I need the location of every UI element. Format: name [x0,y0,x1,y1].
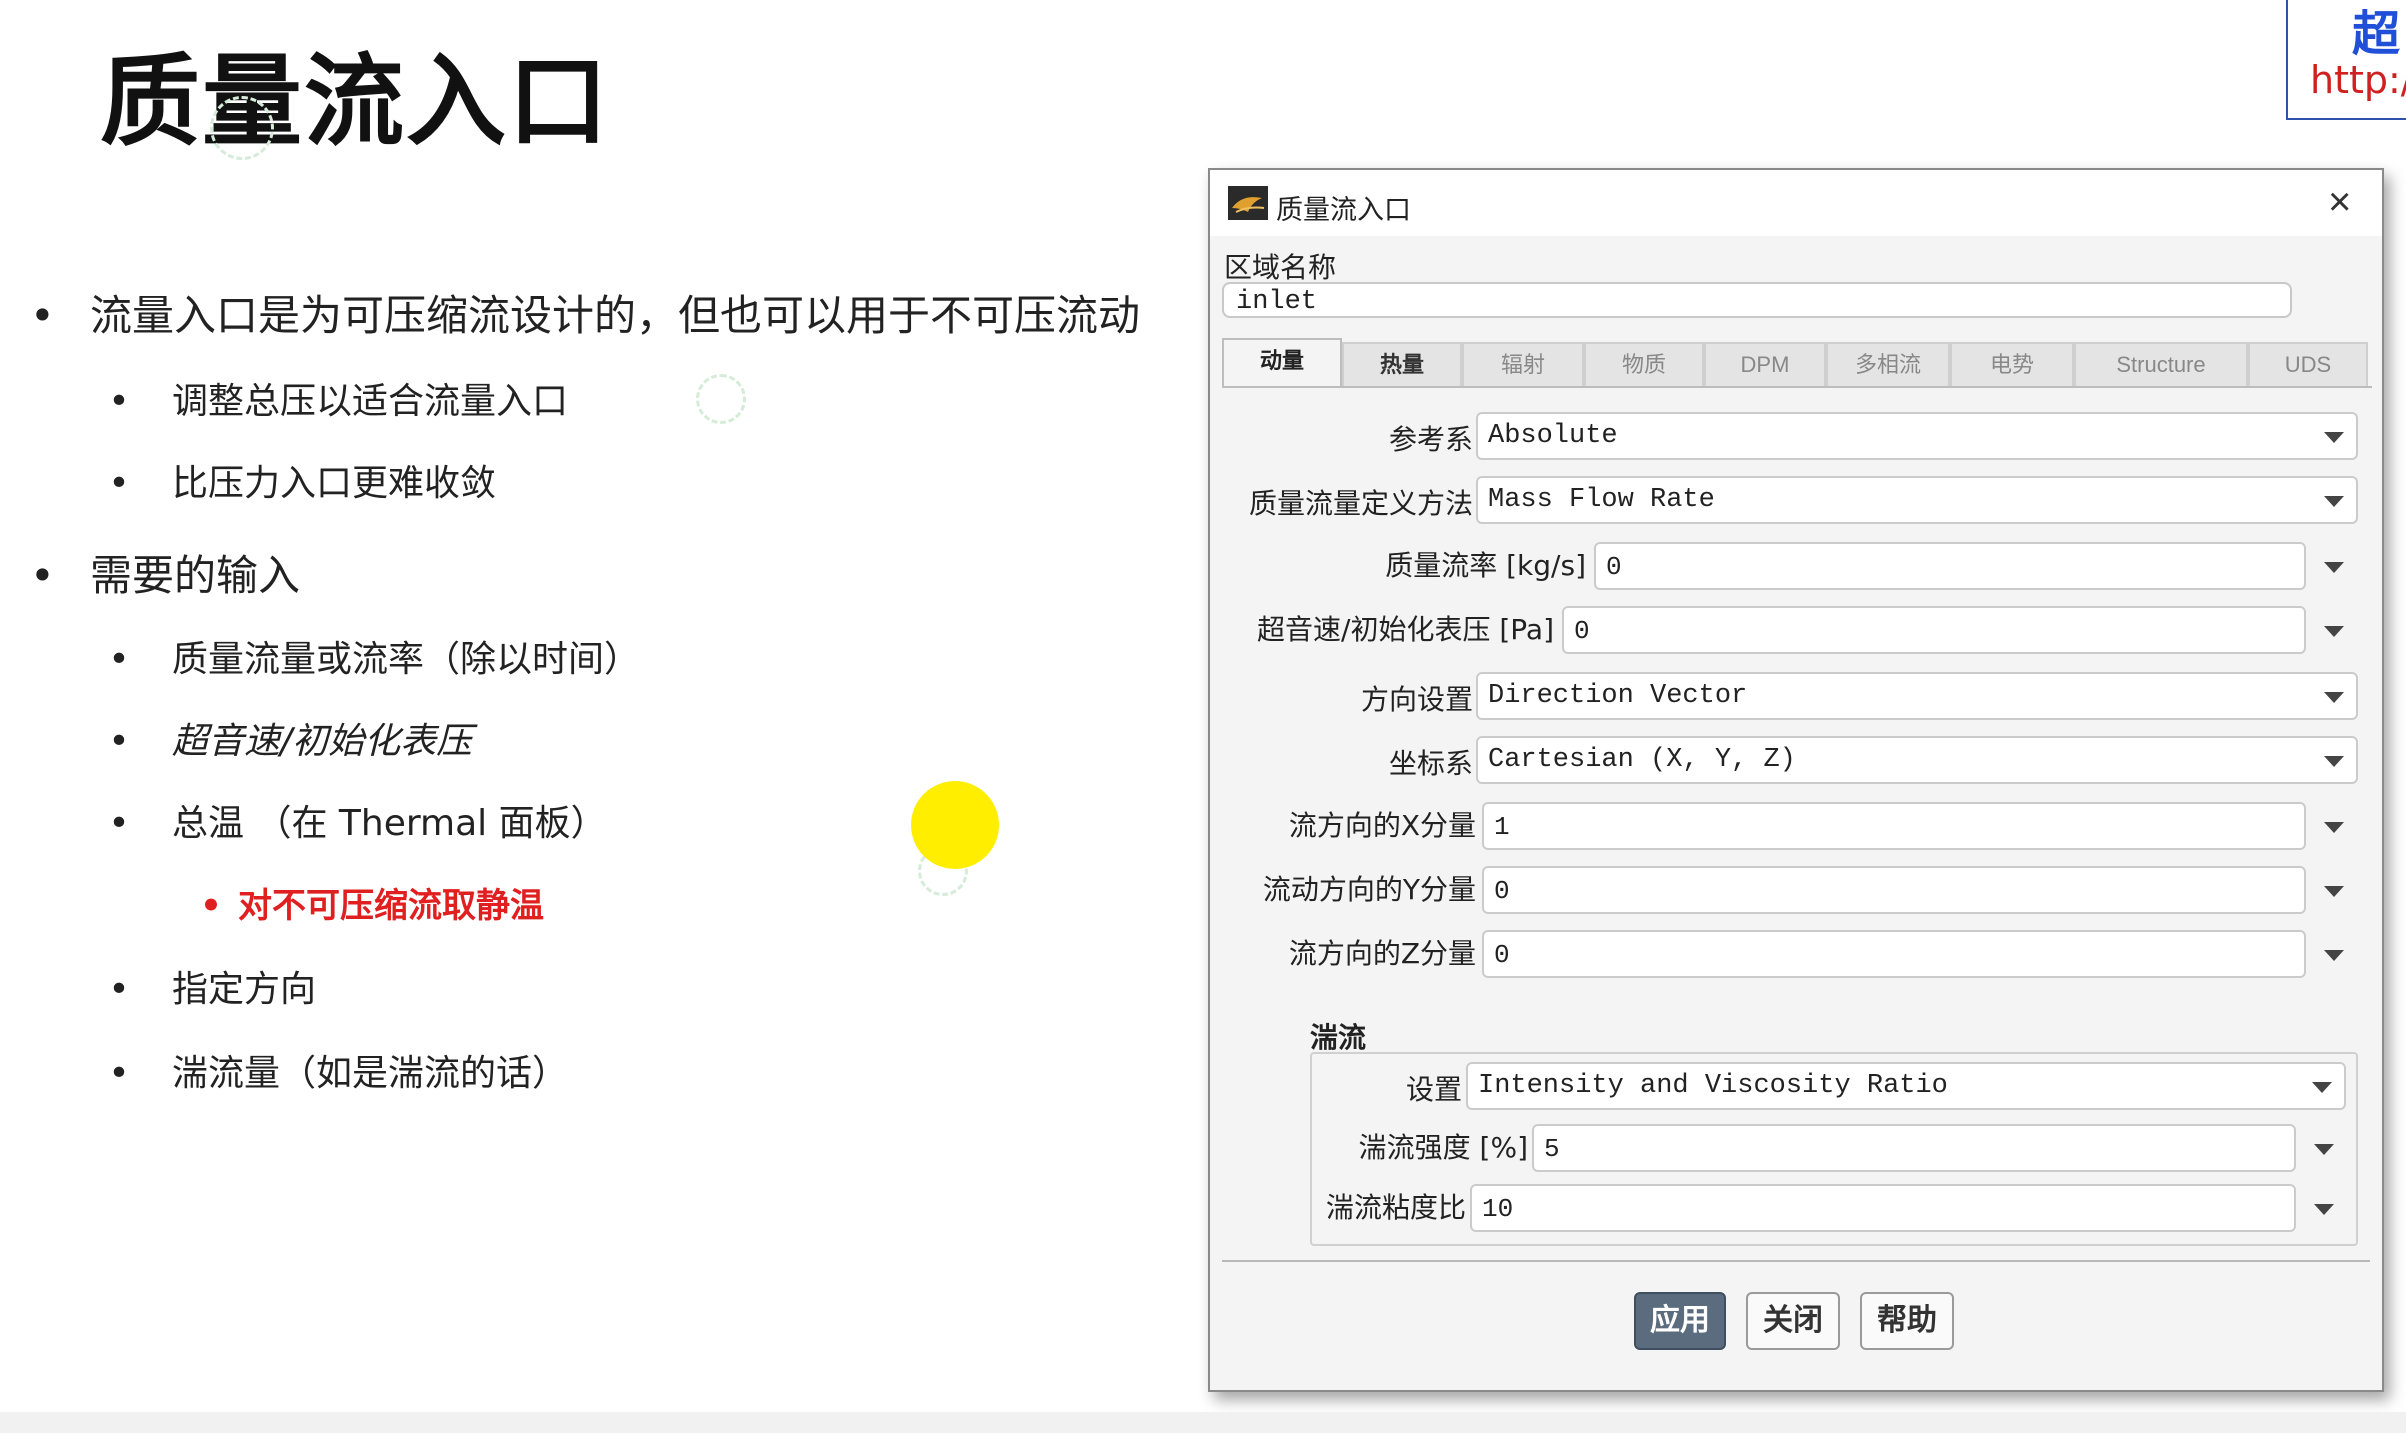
tab-uds[interactable]: UDS [2248,342,2368,386]
laser-pointer-highlight [911,781,999,869]
tab-thermal[interactable]: 热量 [1342,342,1462,386]
turbulence-method-dropdown[interactable]: Intensity and Viscosity Ratio [1466,1062,2346,1110]
bullet-dot: • [108,1053,130,1094]
zone-name-label: 区域名称 [1224,252,1337,283]
x-component-input[interactable]: 1 [1482,802,2306,850]
gauge-pressure-label: 超音速/初始化表压 [Pa] [1257,613,1554,646]
slide: 质量流入口 • 流量入口是为可压缩流设计的，但也可以用于不可压流动 • 调整总压以适… [0,0,2406,1433]
turbulence-intensity-input[interactable]: 5 [1532,1124,2296,1172]
fluent-app-icon [1228,186,1268,220]
bottom-strip [0,1412,2406,1433]
gauge-pressure-input[interactable]: 0 [1562,606,2306,654]
bullet-item-highlight: • 对不可压缩流取静温 [200,886,544,926]
chevron-down-icon[interactable] [2324,626,2344,637]
bullet-item: • 质量流量或流率（除以时间） [108,639,641,680]
tab-bar: 动量 热量 辐射 物质 DPM 多相流 电势 Structure UDS [1222,338,2372,386]
slide-title: 质量流入口 [100,43,610,160]
bullet-dot: • [108,721,130,762]
bullet-item: • 调整总压以适合流量入口 [108,381,569,422]
mass-flow-rate-label: 质量流率 [kg/s] [1385,549,1586,582]
decorative-circle [696,374,746,424]
apply-button[interactable]: 应用 [1634,1292,1726,1350]
bullet-dot: • [108,463,130,504]
chevron-down-icon [2324,692,2344,703]
mass-flow-method-label: 质量流量定义方法 [1248,487,1473,520]
bullet-item: • 比压力入口更难收敛 [108,463,497,504]
ref-frame-label: 参考系 [1388,423,1473,456]
direction-spec-dropdown[interactable]: Direction Vector [1476,672,2358,720]
dialog-title: 质量流入口 [1276,195,1411,225]
decorative-circle [210,96,274,160]
x-component-label: 流方向的X分量 [1288,809,1476,842]
turbulence-intensity-label: 湍流强度 [%] [1358,1131,1528,1164]
coord-system-label: 坐标系 [1388,747,1473,780]
bullet-dot: • [108,381,130,422]
chevron-down-icon [2324,432,2344,443]
turbulence-method-label: 设置 [1405,1073,1462,1106]
close-button[interactable]: 关闭 [1746,1292,1840,1350]
chevron-down-icon [2324,756,2344,767]
ref-frame-dropdown[interactable]: Absolute [1476,412,2358,460]
z-component-label: 流方向的Z分量 [1288,937,1476,970]
watermark-text: 超 [2352,6,2401,62]
tab-radiation[interactable]: 辐射 [1462,342,1584,386]
watermark: 超 http:/ [2286,0,2406,120]
chevron-down-icon [2312,1082,2332,1093]
tab-species[interactable]: 物质 [1584,342,1704,386]
chevron-down-icon[interactable] [2324,950,2344,961]
chevron-down-icon[interactable] [2324,886,2344,897]
turbulence-group-title: 湍流 [1310,1021,1367,1054]
mass-flow-rate-input[interactable]: 0 [1594,542,2306,590]
watermark-url: http:/ [2310,58,2406,102]
bullet-item: • 超音速/初始化表压 [108,721,473,762]
bullet-dot: • [200,886,222,926]
z-component-input[interactable]: 0 [1482,930,2306,978]
tab-momentum[interactable]: 动量 [1222,338,1342,386]
viscosity-ratio-label: 湍流粘度比 [1325,1191,1466,1224]
close-icon[interactable]: × [2328,182,2351,222]
chevron-down-icon[interactable] [2324,822,2344,833]
bullet-dot: • [108,639,130,680]
bullet-item: • 需要的输入 [30,551,301,600]
tab-structure[interactable]: Structure [2074,342,2248,386]
dialog-titlebar[interactable]: 质量流入口 × [1210,170,2382,236]
bullet-item: • 总温 （在 Thermal 面板） [108,803,607,844]
y-component-label: 流动方向的Y分量 [1262,873,1476,906]
tab-dpm[interactable]: DPM [1704,342,1826,386]
bullet-dot: • [30,551,55,600]
chevron-down-icon[interactable] [2314,1144,2334,1155]
tab-potential[interactable]: 电势 [1950,342,2074,386]
mass-flow-method-dropdown[interactable]: Mass Flow Rate [1476,476,2358,524]
chevron-down-icon[interactable] [2314,1204,2334,1215]
bullet-dot: • [108,969,130,1010]
bullet-item: • 流量入口是为可压缩流设计的，但也可以用于不可压流动 [30,291,1141,340]
bullet-item: • 指定方向 [108,969,317,1010]
coord-system-dropdown[interactable]: Cartesian (X, Y, Z) [1476,736,2358,784]
bullet-dot: • [30,291,55,340]
bullet-item: • 湍流量（如是湍流的话） [108,1053,569,1094]
viscosity-ratio-input[interactable]: 10 [1470,1184,2296,1232]
chevron-down-icon[interactable] [2324,562,2344,573]
chevron-down-icon [2324,496,2344,507]
help-button[interactable]: 帮助 [1860,1292,1954,1350]
direction-spec-label: 方向设置 [1360,683,1473,716]
y-component-input[interactable]: 0 [1482,866,2306,914]
dialog-separator [1222,1260,2370,1262]
tab-multiphase[interactable]: 多相流 [1826,342,1950,386]
zone-name-input[interactable]: inlet [1222,282,2292,318]
bullet-dot: • [108,803,130,844]
